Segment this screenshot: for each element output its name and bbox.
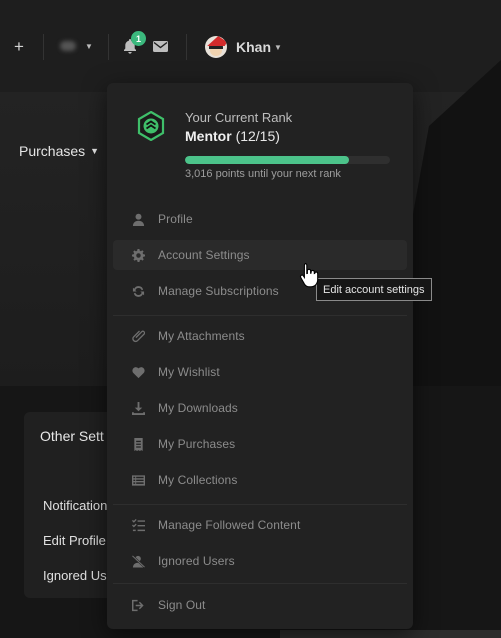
username-label: Khan [236, 39, 271, 55]
menu-item-label: Ignored Users [158, 554, 235, 568]
download-icon [131, 401, 145, 415]
user-slash-icon [131, 554, 145, 568]
chevron-down-icon: ▼ [85, 41, 93, 51]
rank-badge-icon [137, 111, 165, 141]
avatar [205, 36, 227, 58]
menu-item-label: Sign Out [158, 598, 206, 612]
rank-next-text: 3,016 points until your next rank [185, 168, 341, 180]
menu-item-label: Manage Followed Content [158, 518, 301, 532]
menu-item-account-settings[interactable]: Account Settings [113, 240, 407, 270]
menu-item-my-collections[interactable]: My Collections [113, 465, 407, 495]
heart-icon [131, 365, 145, 379]
chevron-down-icon: ▼ [90, 146, 100, 156]
menu-item-sign-out[interactable]: Sign Out [113, 590, 407, 620]
rank-name: Mentor [185, 128, 232, 144]
user-icon [131, 212, 145, 226]
account-settings-tooltip: Edit account settings [316, 278, 432, 301]
settings-card-title: Other Sett [40, 428, 104, 444]
menu-item-profile[interactable]: Profile [113, 204, 407, 234]
settings-link-edit-profile[interactable]: Edit Profile [43, 533, 106, 548]
toolbar-divider [43, 34, 44, 60]
checklist-icon [131, 518, 145, 532]
hand-pointer-cursor-icon [299, 262, 319, 288]
menu-item-label: My Purchases [158, 437, 236, 451]
menu-separator [113, 315, 407, 316]
menu-item-label: Account Settings [158, 248, 250, 262]
messages-button[interactable] [153, 41, 168, 52]
menu-item-my-wishlist[interactable]: My Wishlist [113, 357, 407, 387]
menu-separator [113, 504, 407, 505]
menu-item-manage-followed-content[interactable]: Manage Followed Content [113, 510, 407, 540]
rank-progress-text: (12/15) [235, 128, 280, 144]
menu-item-my-downloads[interactable]: My Downloads [113, 393, 407, 423]
footer-strip [280, 630, 501, 638]
add-button[interactable]: + [14, 37, 24, 57]
menu-item-label: My Wishlist [158, 365, 220, 379]
settings-link-notifications[interactable]: Notification [43, 498, 107, 513]
toolbar-divider [108, 34, 109, 60]
rank-value: Mentor (12/15) [185, 128, 280, 144]
rank-label: Your Current Rank [185, 110, 293, 125]
menu-item-label: My Attachments [158, 329, 245, 343]
envelope-icon [153, 41, 168, 52]
list-icon [131, 473, 145, 487]
chevron-down-icon: ▼ [274, 42, 282, 52]
menu-separator [113, 583, 407, 584]
sign-out-icon [131, 598, 145, 612]
menu-item-my-purchases[interactable]: My Purchases [113, 429, 407, 459]
notification-count-badge: 1 [131, 31, 146, 46]
blurred-menu-button[interactable]: ▼ [60, 41, 93, 51]
receipt-icon [131, 437, 145, 451]
user-dropdown-menu: Your Current Rank Mentor (12/15) 3,016 p… [107, 83, 413, 629]
menu-item-ignored-users[interactable]: Ignored Users [113, 546, 407, 576]
rank-progress-fill [185, 156, 349, 164]
menu-item-my-attachments[interactable]: My Attachments [113, 321, 407, 351]
refresh-icon [131, 284, 145, 298]
blurred-label [60, 41, 76, 51]
add-icon: + [14, 37, 24, 56]
menu-item-label: My Downloads [158, 401, 238, 415]
purchases-menu-button[interactable]: Purchases ▼ [19, 143, 99, 159]
paperclip-icon [131, 329, 145, 343]
menu-item-label: Profile [158, 212, 193, 226]
gear-icon [131, 248, 145, 262]
menu-item-label: Manage Subscriptions [158, 284, 279, 298]
menu-item-label: My Collections [158, 473, 238, 487]
user-menu-button[interactable]: Khan ▼ [205, 36, 282, 58]
rank-progress-bar [185, 156, 390, 164]
toolbar-divider [186, 34, 187, 60]
purchases-label: Purchases [19, 143, 86, 159]
settings-link-ignored-users[interactable]: Ignored Us [43, 568, 107, 583]
